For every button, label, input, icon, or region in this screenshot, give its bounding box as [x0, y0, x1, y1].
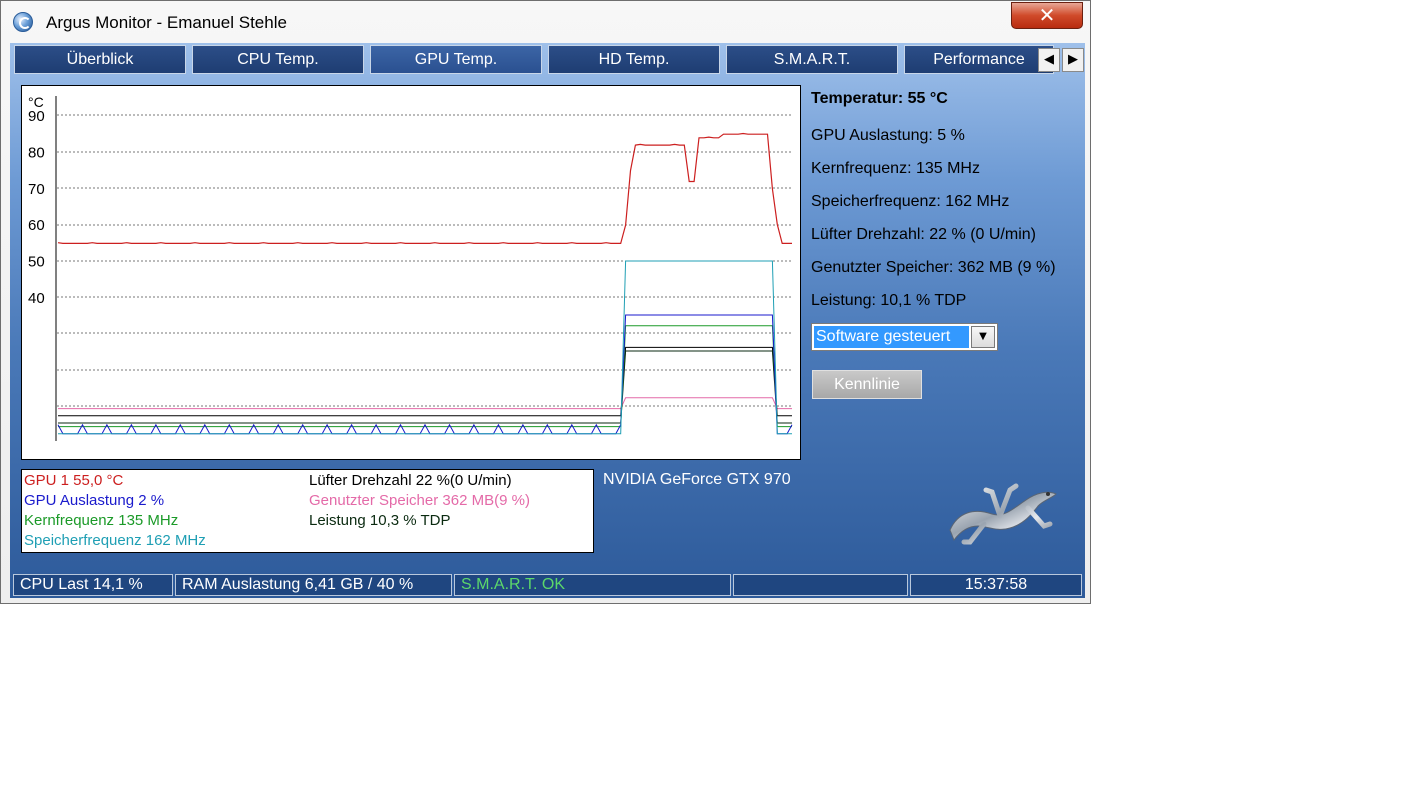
- tab-scroll-right-icon[interactable]: ▶: [1062, 48, 1084, 72]
- series-core-clock: [58, 325, 792, 428]
- status-cpu-load: CPU Last 14,1 %: [13, 574, 173, 596]
- y-tick-label: 80: [28, 144, 45, 161]
- y-tick-label: 60: [28, 217, 45, 234]
- tab-performance[interactable]: Performance: [904, 45, 1054, 74]
- fan-control-value[interactable]: Software gesteuert: [813, 325, 970, 349]
- fan-control-select[interactable]: Software gesteuert ▼: [811, 323, 998, 351]
- status-ram-usage: RAM Auslastung 6,41 GB / 40 %: [175, 574, 452, 596]
- legend-power: Leistung 10,3 % TDP: [309, 512, 451, 529]
- argus-window: Argus Monitor - Emanuel Stehle ✕ Überbli…: [0, 0, 1091, 604]
- legend-gpu1: GPU 1 55,0 °C: [24, 472, 124, 489]
- info-power: Leistung: 10,1 % TDP: [811, 292, 967, 309]
- tab-bar: Überblick CPU Temp. GPU Temp. HD Temp. S…: [14, 45, 1086, 75]
- tab-overview[interactable]: Überblick: [14, 45, 186, 74]
- tab-cpu-temp[interactable]: CPU Temp.: [192, 45, 364, 74]
- tab-hd-temp[interactable]: HD Temp.: [548, 45, 720, 74]
- info-vram: Genutzter Speicher: 362 MB (9 %): [811, 259, 1056, 276]
- series-power: [58, 350, 792, 424]
- gpu-temperature-graph: °C 90 80 70 60 50 40: [21, 85, 801, 460]
- chevron-down-icon[interactable]: ▼: [971, 326, 995, 348]
- y-tick-label: 50: [28, 254, 45, 271]
- gpu-model-label: NVIDIA GeForce GTX 970: [603, 471, 791, 488]
- status-empty: [733, 574, 908, 596]
- info-fan: Lüfter Drehzahl: 22 % (0 U/min): [811, 226, 1036, 243]
- tab-gpu-temp[interactable]: GPU Temp.: [370, 45, 542, 74]
- info-temperature: Temperatur: 55 °C: [811, 90, 948, 107]
- argus-app-icon: [13, 12, 33, 32]
- series-vram: [58, 397, 792, 410]
- info-load: GPU Auslastung: 5 %: [811, 127, 965, 144]
- graph-canvas: °C908070605040: [28, 94, 793, 441]
- legend-memory-clock: Speicherfrequenz 162 MHz: [24, 532, 206, 549]
- title-bar[interactable]: Argus Monitor - Emanuel Stehle ✕: [1, 1, 1091, 43]
- y-tick-label: 70: [28, 181, 45, 198]
- window-title: Argus Monitor - Emanuel Stehle: [46, 13, 287, 32]
- status-smart: S.M.A.R.T. OK: [454, 574, 731, 596]
- info-memory-clock: Speicherfrequenz: 162 MHz: [811, 193, 1010, 210]
- status-clock: 15:37:58: [910, 574, 1082, 596]
- client-area: Überblick CPU Temp. GPU Temp. HD Temp. S…: [10, 43, 1085, 598]
- tab-smart[interactable]: S.M.A.R.T.: [726, 45, 898, 74]
- y-tick-label: 90: [28, 108, 45, 125]
- tab-scroll-left-icon[interactable]: ◀: [1038, 48, 1060, 72]
- legend-core-clock: Kernfrequenz 135 MHz: [24, 512, 179, 529]
- legend-fan: Lüfter Drehzahl 22 %(0 U/min): [309, 472, 512, 489]
- legend-load: GPU Auslastung 2 %: [24, 492, 165, 509]
- legend-vram: Genutzter Speicher 362 MB(9 %): [309, 492, 530, 509]
- close-button[interactable]: ✕: [1011, 2, 1083, 29]
- y-tick-label: 40: [28, 290, 45, 307]
- info-core-clock: Kernfrequenz: 135 MHz: [811, 160, 980, 177]
- salamander-logo-icon: [949, 483, 1057, 545]
- fan-curve-button[interactable]: Kennlinie: [812, 370, 922, 399]
- graph-legend: GPU 1 55,0 °C GPU Auslastung 2 % Kernfre…: [21, 469, 594, 553]
